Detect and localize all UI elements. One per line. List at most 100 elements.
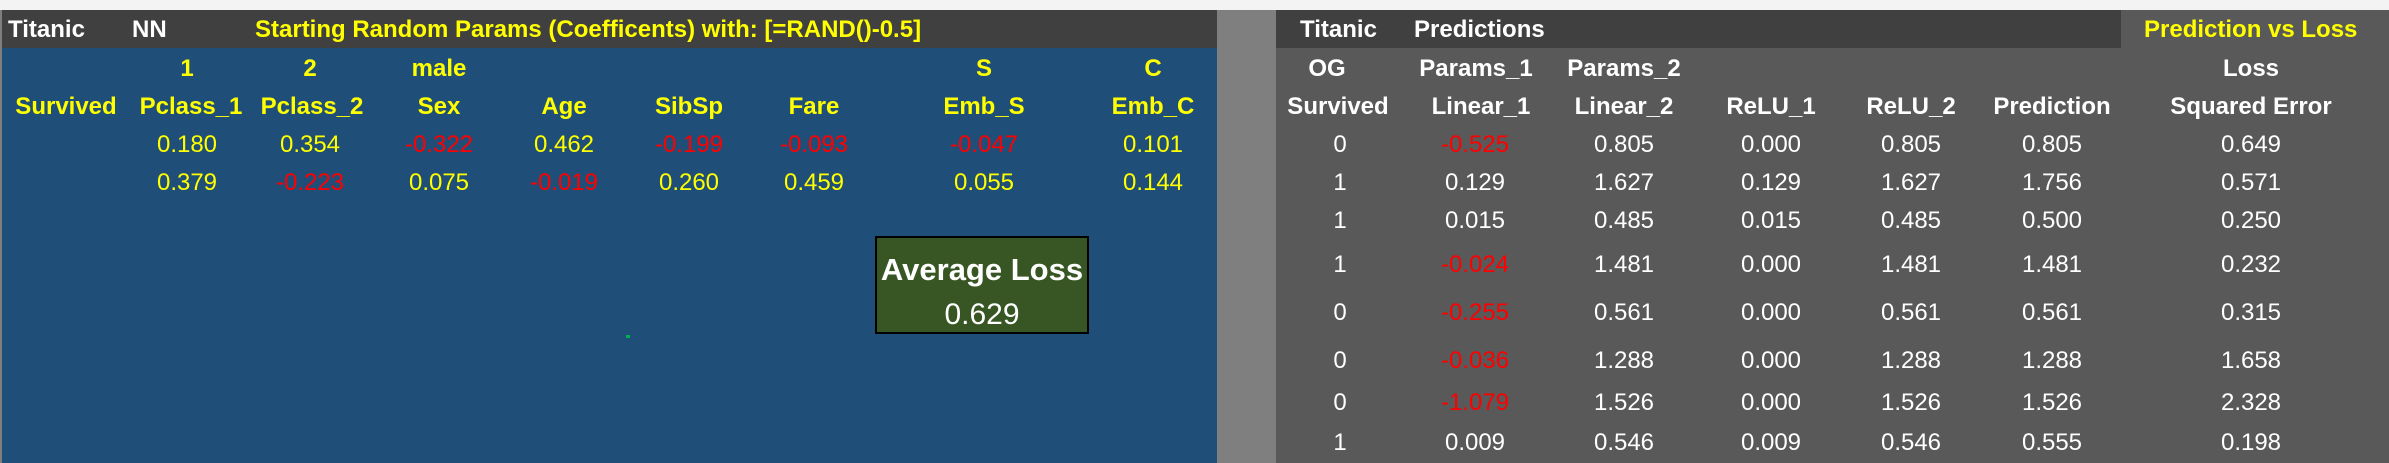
prediction-cell: 1.627 <box>1880 169 1942 196</box>
stray-mark <box>626 335 630 338</box>
params-title: Starting Random Params (Coefficents) wit… <box>255 16 922 43</box>
prediction-cell: 0.232 <box>2220 251 2282 278</box>
col-age: Age <box>541 93 587 120</box>
prediction-cell: 0.315 <box>2220 299 2282 326</box>
prediction-cell: 0.555 <box>2021 429 2083 456</box>
prediction-cell: -1.079 <box>1440 389 1510 416</box>
prediction-cell: 0.546 <box>1880 429 1942 456</box>
prediction-cell: 0.000 <box>1740 299 1802 326</box>
prediction-cell: 0.250 <box>2220 207 2282 234</box>
group-params-2: Params_2 <box>1567 55 1681 82</box>
prediction-cell: 0.129 <box>1740 169 1802 196</box>
prediction-cell: 0.500 <box>2021 207 2083 234</box>
top-label-male: male <box>411 55 467 82</box>
prediction-cell: 0 <box>1333 299 1347 326</box>
col-relu-2: ReLU_2 <box>1866 93 1956 120</box>
prediction-cell: 0 <box>1333 389 1347 416</box>
prediction-cell: 0.546 <box>1593 429 1655 456</box>
prediction-cell: 1.756 <box>2021 169 2083 196</box>
col-emb-s: Emb_S <box>943 93 1025 120</box>
prediction-cell: 0.129 <box>1444 169 1506 196</box>
param-cell: 0.260 <box>658 169 720 196</box>
prediction-cell: 1 <box>1333 429 1347 456</box>
prediction-cell: 0.805 <box>1593 131 1655 158</box>
prediction-cell: 0.561 <box>2021 299 2083 326</box>
prediction-cell: 0.805 <box>2021 131 2083 158</box>
prediction-cell: 1.481 <box>2021 251 2083 278</box>
param-cell: -0.223 <box>275 169 345 196</box>
prediction-cell: 0.649 <box>2220 131 2282 158</box>
spreadsheet-top-strip <box>0 0 2389 10</box>
prediction-cell: -0.036 <box>1440 347 1510 374</box>
col-relu-1: ReLU_1 <box>1726 93 1816 120</box>
prediction-cell: 1.526 <box>2021 389 2083 416</box>
average-loss-value: 0.629 <box>944 298 1020 331</box>
prediction-cell: 0.015 <box>1444 207 1506 234</box>
prediction-cell: 1 <box>1333 207 1347 234</box>
col-squared-error: Squared Error <box>2170 93 2332 120</box>
top-label-s: S <box>975 55 993 82</box>
prediction-cell: 0 <box>1333 131 1347 158</box>
prediction-cell: 1 <box>1333 169 1347 196</box>
col-linear-1: Linear_1 <box>1431 93 1531 120</box>
prediction-cell: 0.561 <box>1880 299 1942 326</box>
prediction-cell: 0.485 <box>1880 207 1942 234</box>
top-label-1: 1 <box>180 55 194 82</box>
prediction-cell: -0.525 <box>1440 131 1510 158</box>
prediction-cell: 0.015 <box>1740 207 1802 234</box>
prediction-cell: 0.000 <box>1740 389 1802 416</box>
prediction-cell: 0.000 <box>1740 347 1802 374</box>
param-cell: -0.093 <box>779 131 849 158</box>
top-label-c: C <box>1144 55 1162 82</box>
prediction-cell: 0.198 <box>2220 429 2282 456</box>
prediction-cell: 1.288 <box>1880 347 1942 374</box>
param-cell: 0.055 <box>953 169 1015 196</box>
col-fare: Fare <box>788 93 840 120</box>
prediction-cell: 0.000 <box>1740 251 1802 278</box>
prediction-cell: 1.526 <box>1593 389 1655 416</box>
prediction-cell: 1.526 <box>1880 389 1942 416</box>
prediction-cell: 0.000 <box>1740 131 1802 158</box>
param-cell: -0.322 <box>404 131 474 158</box>
param-cell: 0.144 <box>1122 169 1184 196</box>
group-params-1: Params_1 <box>1419 55 1533 82</box>
predictions-label: Predictions <box>1414 16 1545 43</box>
param-cell: 0.075 <box>408 169 470 196</box>
titanic-label: Titanic <box>8 16 85 43</box>
prediction-cell: -0.024 <box>1440 251 1510 278</box>
average-loss-label: Average Loss <box>880 252 1084 287</box>
prediction-cell: 0 <box>1333 347 1347 374</box>
predictions-header-bar <box>1276 10 2121 48</box>
param-cell: -0.199 <box>654 131 724 158</box>
prediction-vs-loss-label: Prediction vs Loss <box>2144 16 2358 43</box>
prediction-cell: 0.009 <box>1444 429 1506 456</box>
col-linear-2: Linear_2 <box>1574 93 1674 120</box>
param-cell: 0.180 <box>156 131 218 158</box>
col-pclass-2: Pclass_2 <box>260 93 364 120</box>
prediction-cell: 1.481 <box>1593 251 1655 278</box>
param-cell: -0.047 <box>949 131 1019 158</box>
param-cell: 0.459 <box>783 169 845 196</box>
prediction-cell: 1 <box>1333 251 1347 278</box>
prediction-cell: 0.009 <box>1740 429 1802 456</box>
col-sibsp: SibSp <box>654 93 724 120</box>
prediction-cell: 0.561 <box>1593 299 1655 326</box>
nn-label: NN <box>132 16 167 43</box>
col-pclass-1: Pclass_1 <box>139 93 243 120</box>
prediction-cell: 1.627 <box>1593 169 1655 196</box>
prediction-cell: 1.658 <box>2220 347 2282 374</box>
param-cell: -0.019 <box>529 169 599 196</box>
prediction-cell: 2.328 <box>2220 389 2282 416</box>
prediction-cell: 0.571 <box>2220 169 2282 196</box>
col-sex: Sex <box>417 93 461 120</box>
param-cell: 0.354 <box>279 131 341 158</box>
prediction-cell: 1.288 <box>1593 347 1655 374</box>
titanic-label-right: Titanic <box>1300 16 1377 43</box>
average-loss-box: Average Loss 0.629 <box>875 236 1089 334</box>
col-og-survived: Survived <box>1287 93 1389 120</box>
param-cell: 0.462 <box>533 131 595 158</box>
prediction-cell: 1.481 <box>1880 251 1942 278</box>
group-loss: Loss <box>2222 55 2280 82</box>
top-label-2: 2 <box>303 55 317 82</box>
prediction-cell: 0.485 <box>1593 207 1655 234</box>
